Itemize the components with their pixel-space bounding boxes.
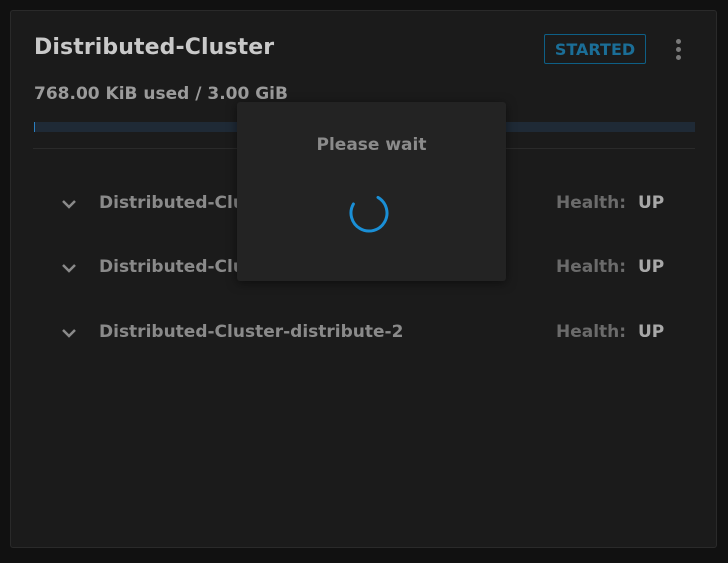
node-name: Distributed-Cluster-distribute-2 [99, 322, 404, 342]
node-row[interactable]: Distributed-Cluster-distribute-2 Health:… [57, 318, 677, 348]
health-label: Health: [556, 322, 627, 342]
node-name: Distributed-Clu [99, 257, 245, 277]
node-name: Distributed-Clu [99, 193, 245, 213]
health-label: Health: [556, 257, 627, 277]
status-badge: STARTED [544, 34, 646, 64]
health-value: UP [638, 257, 665, 277]
kebab-menu-icon[interactable] [671, 37, 685, 63]
cluster-title: Distributed-Cluster [34, 35, 275, 60]
chevron-down-icon[interactable] [61, 325, 77, 341]
modal-title: Please wait [316, 135, 427, 155]
usage-text: 768.00 KiB used / 3.00 GiB [34, 84, 288, 104]
loading-modal: Please wait [237, 102, 506, 281]
health-value: UP [638, 193, 665, 213]
chevron-down-icon[interactable] [61, 260, 77, 276]
health-value: UP [638, 322, 665, 342]
loading-spinner-icon [349, 195, 389, 233]
health-label: Health: [556, 193, 627, 213]
chevron-down-icon[interactable] [61, 196, 77, 212]
